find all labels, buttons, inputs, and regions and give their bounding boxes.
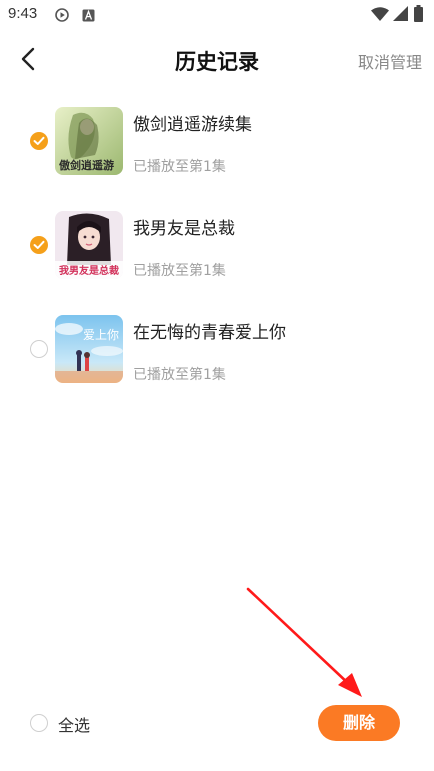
play-circle-icon bbox=[55, 7, 69, 26]
bottom-action-bar: 全选 删除 bbox=[0, 700, 434, 746]
item-checkbox-checked[interactable] bbox=[30, 236, 48, 254]
delete-button[interactable]: 删除 bbox=[318, 705, 400, 741]
history-item[interactable]: 我男友是总裁 我男友是总裁 已播放至第1集 bbox=[0, 204, 434, 308]
cover-title-text: 傲剑逍遥游 bbox=[59, 158, 114, 172]
item-progress: 已播放至第1集 bbox=[133, 159, 226, 175]
signal-icon bbox=[393, 6, 408, 25]
item-checkbox-unchecked[interactable] bbox=[30, 340, 48, 358]
item-title: 在无悔的青春爱上你 bbox=[133, 323, 286, 343]
battery-icon bbox=[414, 5, 423, 26]
item-checkbox-checked[interactable] bbox=[30, 132, 48, 150]
cover-image[interactable]: 爱上你 bbox=[55, 315, 123, 383]
item-progress: 已播放至第1集 bbox=[133, 263, 226, 279]
checkmark-icon bbox=[33, 136, 45, 145]
wifi-icon bbox=[371, 6, 389, 25]
item-progress: 已播放至第1集 bbox=[133, 367, 226, 383]
select-all-label[interactable]: 全选 bbox=[58, 712, 90, 736]
status-time: 9:43 bbox=[8, 5, 38, 22]
select-all-checkbox[interactable] bbox=[30, 714, 48, 732]
cancel-manage-button[interactable]: 取消管理 bbox=[358, 49, 422, 73]
chevron-left-icon bbox=[21, 47, 35, 71]
status-bar: 9:43 bbox=[0, 0, 434, 30]
cover-image[interactable]: 我男友是总裁 bbox=[55, 211, 123, 279]
a-badge-icon bbox=[82, 7, 95, 26]
history-list: 傲剑逍遥游 傲剑逍遥游续集 已播放至第1集 我男友是总裁 我男友是总裁 已播放至… bbox=[0, 100, 434, 412]
item-title: 我男友是总裁 bbox=[133, 219, 235, 239]
history-item[interactable]: 爱上你 在无悔的青春爱上你 已播放至第1集 bbox=[0, 308, 434, 412]
history-item[interactable]: 傲剑逍遥游 傲剑逍遥游续集 已播放至第1集 bbox=[0, 100, 434, 204]
checkmark-icon bbox=[33, 240, 45, 249]
item-title: 傲剑逍遥游续集 bbox=[133, 115, 252, 135]
cover-image[interactable]: 傲剑逍遥游 bbox=[55, 107, 123, 175]
cover-title-text: 我男友是总裁 bbox=[59, 264, 119, 277]
header-bar: 历史记录 取消管理 bbox=[0, 36, 434, 82]
cover-title-text: 爱上你 bbox=[83, 328, 119, 342]
annotation-arrow bbox=[246, 587, 362, 697]
back-button[interactable] bbox=[14, 44, 44, 74]
